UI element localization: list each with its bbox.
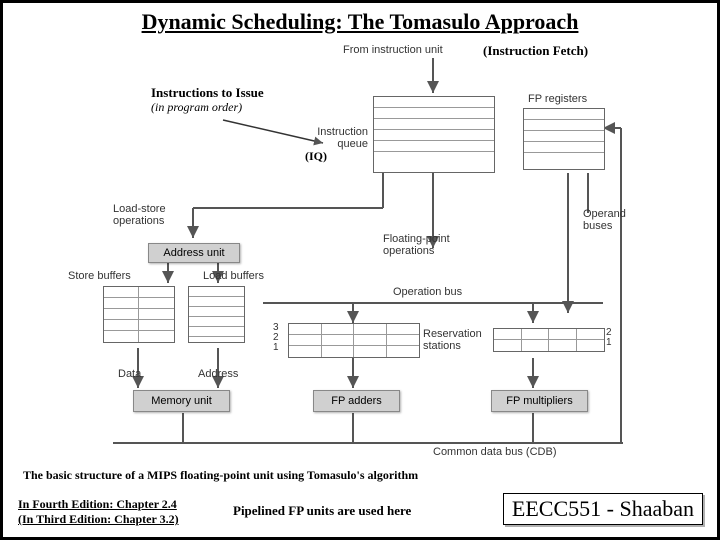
footer-editions: In Fourth Edition: Chapter 2.4 (In Third… [18,497,179,527]
rs-right-numbers: 2 1 [606,328,612,348]
footer-edition3: (In Third Edition: Chapter 3.2) [18,512,179,527]
label-load-buffers: Load buffers [203,270,264,282]
rs-right-1: 1 [606,338,612,348]
label-instruction-queue: Instruction queue [293,126,368,150]
rs-left-numbers: 3 2 1 [273,323,279,353]
fp-multipliers-box: FP multipliers [491,390,588,412]
fp-registers-box [523,108,605,170]
fp-adders-box: FP adders [313,390,400,412]
address-unit-box: Address unit [148,243,240,263]
reservation-stations-left [288,323,420,358]
label-fp-ops: Floating-point operations [383,233,473,257]
rs-left-1: 1 [273,343,279,353]
store-buffers-box [103,286,175,343]
footer-edition4: In Fourth Edition: Chapter 2.4 [18,497,179,512]
label-data: Data [118,368,141,380]
slide-title: Dynamic Scheduling: The Tomasulo Approac… [3,9,717,35]
label-fp-registers: FP registers [528,93,587,105]
label-load-store-ops: Load-store operations [113,203,183,227]
label-from-instruction-unit: From instruction unit [343,44,443,56]
instruction-queue-box [373,96,495,173]
label-operand-buses: Operand buses [583,208,643,232]
reservation-stations-right [493,328,605,352]
slide: Dynamic Scheduling: The Tomasulo Approac… [0,0,720,540]
label-operation-bus: Operation bus [393,286,462,298]
caption: The basic structure of a MIPS floating-p… [23,468,418,483]
label-reservation-stations: Reservation stations [423,328,493,352]
footer-course: EECC551 - Shaaban [503,493,703,525]
footer-pipelined: Pipelined FP units are used here [233,503,411,519]
label-cdb: Common data bus (CDB) [433,446,557,458]
label-store-buffers: Store buffers [68,270,131,282]
tomasulo-diagram: From instruction unit Instruction queue … [63,48,663,463]
load-buffers-box [188,286,245,343]
memory-unit-box: Memory unit [133,390,230,412]
label-address: Address [198,368,238,380]
